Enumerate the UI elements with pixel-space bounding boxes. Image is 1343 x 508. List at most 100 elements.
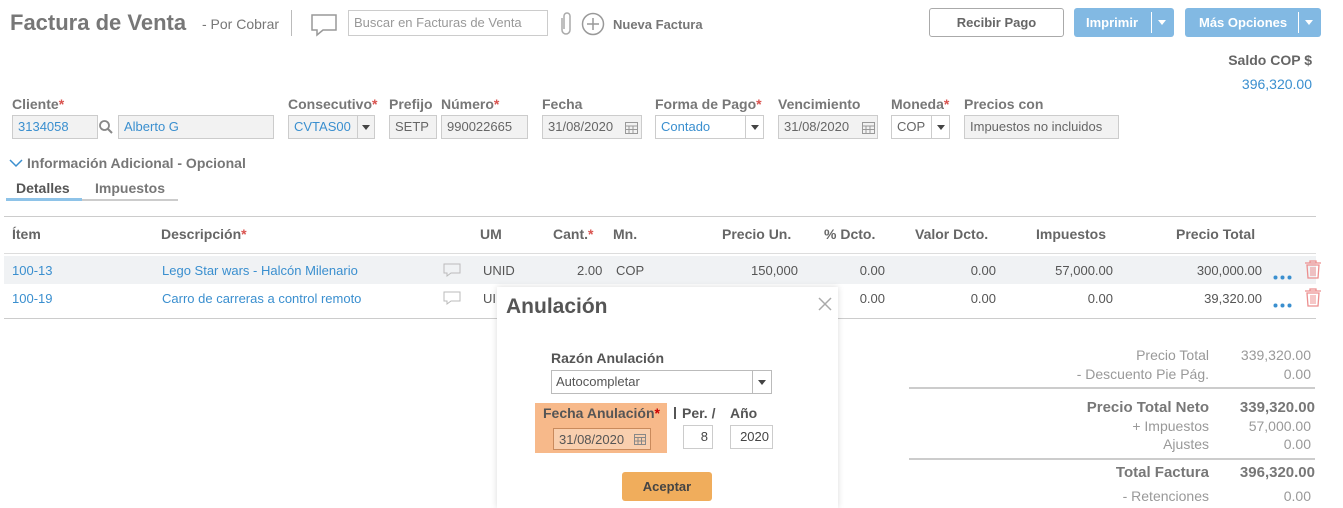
precios-label: Precios con: [964, 96, 1044, 112]
fecha-anulacion-input[interactable]: 31/08/2020: [553, 428, 651, 450]
col-header-um: UM: [480, 226, 502, 242]
more-icon[interactable]: [1273, 268, 1293, 283]
cliente-label: Cliente*: [12, 96, 65, 112]
more-options-button[interactable]: Más Opciones: [1185, 8, 1321, 37]
tab-impuestos-underline: [82, 199, 178, 201]
col-header-item: Ítem: [12, 226, 41, 242]
tab-impuestos[interactable]: Impuestos: [95, 180, 165, 196]
cliente-id-input[interactable]: 3134058: [12, 115, 98, 139]
calendar-icon[interactable]: [625, 121, 638, 137]
row-um: UNID: [483, 263, 515, 278]
print-label: Imprimir: [1086, 15, 1139, 30]
accept-button[interactable]: Aceptar: [622, 472, 712, 501]
vencimiento-value: 31/08/2020: [784, 119, 850, 134]
razon-label: Razón Anulación: [551, 350, 665, 366]
retenciones-value: 0.00: [1283, 488, 1311, 504]
trash-icon[interactable]: [1304, 288, 1322, 310]
row-valor-dcto: 0.00: [970, 263, 996, 278]
row-um: UI: [483, 291, 496, 306]
chevron-down-icon[interactable]: [751, 125, 759, 130]
prefijo-input[interactable]: SETP: [389, 115, 437, 139]
precios-input[interactable]: Impuestos no incluidos: [964, 115, 1119, 139]
row-precio-total: 300,000.00: [1196, 263, 1262, 278]
forma-pago-select[interactable]: Contado: [655, 115, 764, 139]
forma-pago-label: Forma de Pago*: [655, 96, 762, 112]
trash-icon[interactable]: [1304, 260, 1322, 282]
chevron-down-icon[interactable]: [1158, 20, 1166, 25]
comment-icon[interactable]: [310, 13, 338, 40]
descuento-value: 0.00: [1283, 366, 1311, 382]
row-precio-total: 39,320.00: [1204, 291, 1262, 306]
col-header-cant: Cant.*: [553, 226, 594, 242]
row-precio-un: 150,000: [751, 263, 798, 278]
more-icon[interactable]: [1273, 296, 1293, 311]
impuestos-value: 57,000.00: [1248, 418, 1311, 434]
per-separator: [674, 407, 676, 419]
chevron-down-icon[interactable]: [1305, 20, 1313, 25]
calendar-icon[interactable]: [634, 433, 646, 445]
row-dcto: 0.00: [859, 291, 885, 306]
row-descripcion[interactable]: Carro de carreras a control remoto: [162, 291, 361, 306]
anulacion-modal: Anulación Razón Anulación Autocompletar …: [497, 287, 838, 508]
col-header-mn: Mn.: [613, 226, 638, 242]
consecutivo-label: Consecutivo*: [288, 96, 378, 112]
more-options-label: Más Opciones: [1199, 15, 1288, 30]
razon-select[interactable]: Autocompletar: [551, 370, 772, 394]
moneda-value: COP: [897, 119, 926, 134]
status-label: - Por Cobrar: [202, 16, 280, 32]
comment-icon[interactable]: [443, 291, 461, 308]
per-label: Per. /: [682, 405, 716, 421]
chevron-down-icon[interactable]: [937, 125, 945, 130]
calendar-icon[interactable]: [862, 121, 875, 137]
row-descripcion[interactable]: Lego Star wars - Halcón Milenario: [162, 263, 358, 278]
search-icon[interactable]: [98, 119, 114, 138]
forma-pago-value: Contado: [661, 119, 711, 134]
razon-divider: [752, 371, 753, 393]
numero-input[interactable]: 990022665: [441, 115, 528, 139]
consecutivo-value: CVTAS00: [294, 119, 351, 134]
numero-label: Número*: [441, 96, 500, 112]
modal-title: Anulación: [506, 295, 608, 318]
attach-icon[interactable]: [557, 10, 575, 41]
page-title: Factura de Venta: [10, 10, 187, 35]
ajustes-label: Ajustes: [1163, 436, 1209, 452]
more-options-divider: [1298, 12, 1299, 33]
print-divider: [1151, 12, 1152, 33]
print-button[interactable]: Imprimir: [1074, 8, 1174, 37]
table-top-border: [4, 216, 1316, 217]
fecha-anulacion-label: Fecha Anulación*: [543, 405, 660, 421]
receive-payment-button[interactable]: Recibir Pago: [929, 8, 1064, 37]
moneda-divider: [931, 116, 932, 138]
per-input[interactable]: 8: [683, 425, 713, 449]
comment-icon[interactable]: [443, 263, 461, 280]
consecutivo-divider: [357, 116, 358, 138]
cliente-name-input[interactable]: Alberto G: [118, 115, 274, 139]
impuestos-label: + Impuestos: [1132, 418, 1209, 434]
row-impuestos: 57,000.00: [1055, 263, 1113, 278]
chevron-down-icon[interactable]: [9, 156, 23, 171]
neto-label: Precio Total Neto: [1086, 399, 1209, 416]
plus-circle-icon[interactable]: [581, 12, 605, 39]
col-header-precio-un: Precio Un.: [722, 226, 792, 242]
search-input[interactable]: Buscar en Facturas de Venta: [348, 10, 548, 36]
header-bottom-border: [4, 253, 1316, 254]
divider: [291, 10, 292, 36]
tab-detalles[interactable]: Detalles: [16, 180, 70, 196]
row-mn: COP: [616, 263, 645, 278]
chevron-down-icon[interactable]: [758, 380, 766, 385]
ajustes-value: 0.00: [1283, 436, 1311, 452]
col-header-descripcion: Descripción*: [161, 226, 247, 242]
anio-input[interactable]: 2020: [730, 425, 773, 449]
close-icon[interactable]: [817, 296, 833, 315]
col-header-precio-total: Precio Total: [1176, 226, 1256, 242]
row-cant: 2.00: [577, 263, 603, 278]
moneda-label: Moneda*: [891, 96, 950, 112]
new-invoice-link[interactable]: Nueva Factura: [613, 17, 703, 32]
row-item[interactable]: 100-13: [12, 263, 52, 278]
info-adicional-toggle[interactable]: Información Adicional - Opcional: [27, 155, 246, 171]
totals-divider: [909, 387, 1315, 389]
chevron-down-icon[interactable]: [362, 125, 370, 130]
prefijo-label: Prefijo: [389, 96, 433, 112]
fecha-label: Fecha: [542, 96, 583, 112]
row-item[interactable]: 100-19: [12, 291, 52, 306]
